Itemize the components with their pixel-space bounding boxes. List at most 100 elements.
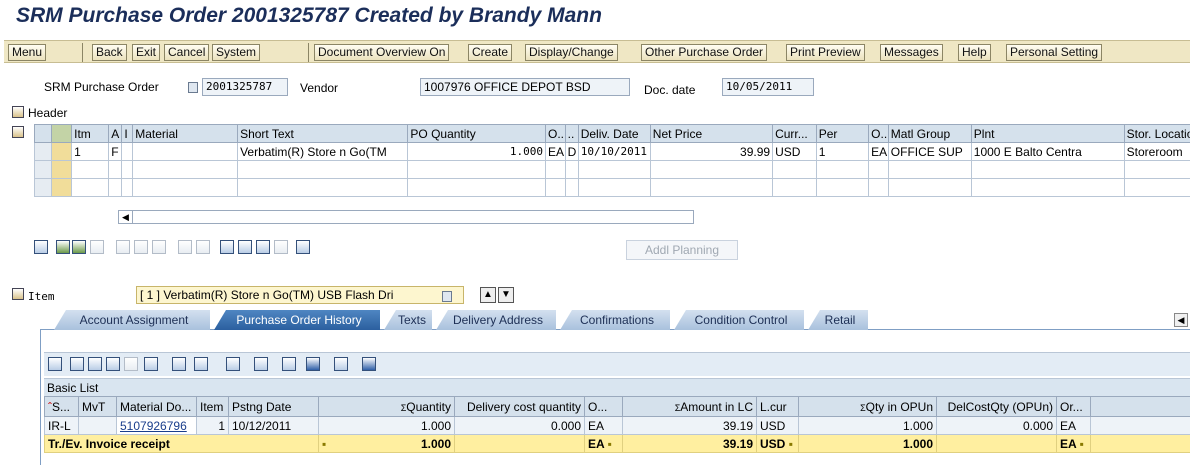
col-net-price[interactable]: Net Price xyxy=(649,124,774,143)
col-pstng-date[interactable]: Pstng Date xyxy=(228,396,319,417)
col-s[interactable]: ˆS... xyxy=(44,396,79,417)
col-material-doc[interactable]: Material Do... xyxy=(116,396,197,417)
sort-descending-icon[interactable] xyxy=(88,357,102,371)
col-item[interactable]: Item xyxy=(196,396,229,417)
tab-account-assignment[interactable]: Account Assignment xyxy=(54,310,210,330)
col-order-unit[interactable]: O... xyxy=(584,396,623,417)
help-button[interactable]: Help xyxy=(958,44,991,61)
col-delivery-cost-qty[interactable]: Delivery cost quantity xyxy=(454,396,585,417)
col-itm[interactable]: Itm xyxy=(71,124,110,143)
system-button[interactable]: System xyxy=(212,44,261,61)
find-icon[interactable] xyxy=(106,357,120,371)
other-purchase-order-button[interactable]: Other Purchase Order xyxy=(641,44,768,61)
table-row[interactable] xyxy=(34,178,1190,197)
exit-button[interactable]: Exit xyxy=(132,44,161,61)
col-short-text[interactable]: Short Text xyxy=(237,124,409,143)
filter-off-icon[interactable] xyxy=(274,240,288,254)
scroll-tabs-left-icon[interactable]: ◀ xyxy=(1174,313,1188,327)
row-selector[interactable] xyxy=(34,160,53,179)
col-po-quantity[interactable]: PO Quantity xyxy=(407,124,546,143)
trash-icon[interactable] xyxy=(296,240,310,254)
export-icon[interactable] xyxy=(226,357,240,371)
lock-icon[interactable] xyxy=(134,240,148,254)
print-preview-button[interactable]: Print Preview xyxy=(786,44,865,61)
add-row-icon[interactable] xyxy=(56,240,70,254)
tab-confirmations[interactable]: Confirmations xyxy=(560,310,670,330)
col-mvt[interactable]: MvT xyxy=(78,396,117,417)
copy-icon[interactable] xyxy=(178,240,192,254)
col-date-cat[interactable]: .. xyxy=(564,124,579,143)
col-currency[interactable]: Curr... xyxy=(772,124,817,143)
expand-node-icon[interactable] xyxy=(12,126,24,138)
col-delcostqty-opun[interactable]: DelCostQty (OPUn) xyxy=(936,396,1057,417)
back-button[interactable]: Back xyxy=(92,44,127,61)
item-node-icon[interactable] xyxy=(12,288,24,300)
personal-setting-button[interactable]: Personal Setting xyxy=(1006,44,1103,61)
find-next-icon[interactable] xyxy=(124,357,138,371)
col-qty-opun[interactable]: ΣQty in OPUn xyxy=(798,396,937,417)
sort-ascending-icon[interactable] xyxy=(70,357,84,371)
next-item-button[interactable]: ▼ xyxy=(498,287,514,303)
po-type-dropdown[interactable] xyxy=(188,80,198,94)
doc-date-field[interactable]: 10/05/2011 xyxy=(722,78,814,96)
details-icon[interactable] xyxy=(34,240,48,254)
sort-descending-icon[interactable] xyxy=(238,240,252,254)
vendor-field[interactable]: 1007976 OFFICE DEPOT BSD xyxy=(420,78,630,96)
tab-retail[interactable]: Retail xyxy=(808,310,868,330)
table-row[interactable] xyxy=(34,160,1190,179)
tab-delivery-address[interactable]: Delivery Address xyxy=(436,310,556,330)
items-horizontal-scrollbar[interactable]: ◀ xyxy=(118,210,694,224)
col-i[interactable]: I xyxy=(121,124,134,143)
row-marker[interactable] xyxy=(51,178,73,197)
col-material[interactable]: Material xyxy=(132,124,239,143)
info-icon[interactable] xyxy=(306,357,320,371)
header-label[interactable]: Header xyxy=(28,106,67,120)
header-node-icon[interactable] xyxy=(12,106,24,118)
copy-row-icon[interactable] xyxy=(90,240,104,254)
col-stor-location[interactable]: Stor. Location xyxy=(1123,124,1190,143)
create-button[interactable]: Create xyxy=(468,44,513,61)
tab-purchase-order-history[interactable]: Purchase Order History xyxy=(214,310,380,330)
col-quantity[interactable]: ΣQuantity xyxy=(318,396,455,417)
details-icon[interactable] xyxy=(48,357,62,371)
print-icon[interactable] xyxy=(172,357,186,371)
item-selector-field[interactable]: [ 1 ] Verbatim(R) Store n Go(TM) USB Fla… xyxy=(136,286,464,304)
cancel-button[interactable]: Cancel xyxy=(164,44,210,61)
insert-row-icon[interactable] xyxy=(72,240,86,254)
item-dropdown[interactable] xyxy=(442,289,452,303)
sort-ascending-icon[interactable] xyxy=(220,240,234,254)
display-change-button[interactable]: Display/Change xyxy=(525,44,618,61)
document-overview-button[interactable]: Document Overview On xyxy=(314,44,450,61)
row-marker[interactable] xyxy=(51,160,73,179)
col-per[interactable]: Per xyxy=(815,124,870,143)
row-marker[interactable] xyxy=(51,142,73,161)
layout-icon[interactable] xyxy=(254,357,268,371)
change-layout-icon[interactable] xyxy=(334,357,348,371)
scroll-left-icon[interactable]: ◀ xyxy=(119,211,133,223)
row-selector[interactable] xyxy=(34,142,53,161)
col-amount-lc[interactable]: ΣAmount in LC xyxy=(622,396,757,417)
material-doc-link[interactable]: 5107926796 xyxy=(116,416,197,435)
table-row[interactable]: IR-L 5107926796 1 10/12/2011 1.000 0.000… xyxy=(44,416,1190,435)
filter-icon[interactable] xyxy=(256,240,270,254)
col-deliv-date[interactable]: Deliv. Date xyxy=(577,124,651,143)
col-order-price-unit[interactable]: Or... xyxy=(1056,396,1091,417)
col-matl-group[interactable]: Matl Group xyxy=(887,124,972,143)
menu-button[interactable]: Menu xyxy=(8,44,47,61)
unlock-icon[interactable] xyxy=(152,240,166,254)
table-row[interactable]: 1 F Verbatim(R) Store n Go(TM 1.000 EA D… xyxy=(34,142,1190,161)
col-local-currency[interactable]: L.cur xyxy=(756,396,799,417)
col-a[interactable]: A xyxy=(108,124,123,143)
col-plnt[interactable]: Plnt xyxy=(970,124,1125,143)
tab-texts[interactable]: Texts xyxy=(384,310,432,330)
messages-button[interactable]: Messages xyxy=(880,44,943,61)
paste-icon[interactable] xyxy=(196,240,210,254)
graphic-icon[interactable] xyxy=(282,357,296,371)
po-number-field[interactable]: 2001325787 xyxy=(202,78,288,96)
previous-item-button[interactable]: ▲ xyxy=(480,287,496,303)
delete-row-icon[interactable] xyxy=(116,240,130,254)
addl-planning-button[interactable]: Addl Planning xyxy=(626,240,738,260)
views-icon[interactable] xyxy=(194,357,208,371)
filter-icon[interactable] xyxy=(144,357,158,371)
row-selector[interactable] xyxy=(34,178,53,197)
